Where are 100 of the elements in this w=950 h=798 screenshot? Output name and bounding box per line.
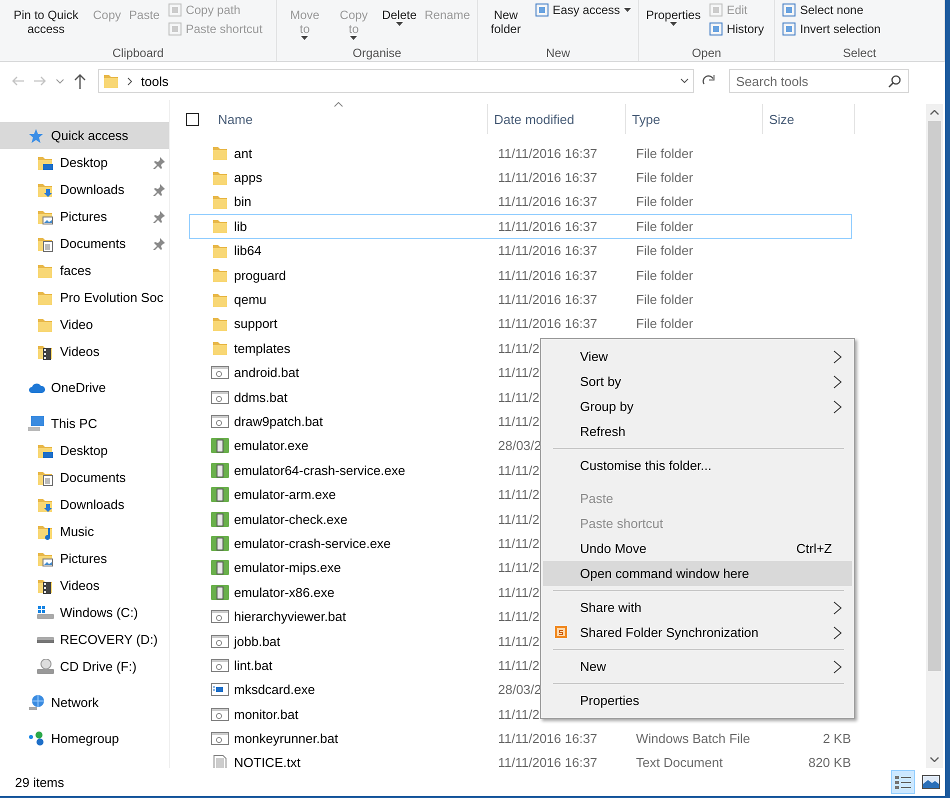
sidebar-item[interactable]: Video: [0, 311, 169, 338]
sidebar-item[interactable]: Music: [0, 518, 169, 545]
date-cell: 11/11/2: [498, 584, 540, 600]
file-name[interactable]: apps: [234, 170, 262, 186]
menu-item[interactable]: Customise this folder...: [543, 453, 852, 478]
file-name[interactable]: qemu: [234, 292, 267, 308]
column-header[interactable]: Size: [763, 104, 855, 134]
folder-icon: [37, 262, 53, 278]
file-name[interactable]: lib64: [234, 243, 262, 258]
sidebar-item[interactable]: Quick access: [0, 122, 169, 149]
sidebar-item[interactable]: Pro Evolution Soc: [0, 284, 169, 311]
sidebar-item[interactable]: Downloads: [0, 176, 169, 203]
scroll-up-icon[interactable]: [930, 110, 939, 115]
date-cell: 11/11/2016 16:37: [498, 194, 598, 210]
type-cell: File folder: [636, 170, 694, 186]
type-cell: File folder: [636, 243, 694, 258]
chevron-down-icon[interactable]: [56, 78, 64, 84]
file-name[interactable]: ddms.bat: [234, 390, 288, 405]
pictures-folder-icon: [37, 208, 53, 224]
file-name[interactable]: emulator-arm.exe: [234, 487, 336, 502]
landscape-thumbnail-icon[interactable]: [922, 775, 940, 789]
videos-folder-icon: [37, 578, 53, 594]
menu-item[interactable]: Refresh: [543, 419, 852, 444]
file-name[interactable]: draw9patch.bat: [234, 414, 323, 429]
sidebar-item[interactable]: Videos: [0, 338, 169, 365]
file-name[interactable]: lib: [234, 218, 248, 234]
sidebar-item[interactable]: This PC: [0, 410, 169, 437]
sidebar-item[interactable]: OneDrive: [0, 374, 169, 401]
sidebar-item[interactable]: Windows (C:): [0, 599, 169, 626]
file-name[interactable]: android.bat: [234, 365, 300, 380]
command-icon: [782, 3, 796, 17]
dropdown-icon[interactable]: [680, 78, 689, 84]
file-name[interactable]: support: [234, 316, 278, 332]
file-name[interactable]: emulator-x86.exe: [234, 584, 334, 600]
menu-item[interactable]: Group by: [543, 394, 852, 419]
details-view-button[interactable]: [891, 770, 915, 794]
file-name[interactable]: ant: [234, 146, 252, 161]
address-bar[interactable]: tools: [98, 69, 694, 93]
file-name[interactable]: lint.bat: [234, 658, 272, 673]
sidebar-item[interactable]: Videos: [0, 572, 169, 599]
computer-icon: [28, 416, 44, 431]
ribbon-button[interactable]: Select none: [779, 1, 884, 19]
column-header[interactable]: Type: [626, 104, 763, 134]
sidebar-item[interactable]: Pictures: [0, 545, 169, 572]
menu-item[interactable]: Undo Move Ctrl+Z: [543, 536, 852, 561]
file-name[interactable]: emulator-crash-service.exe: [234, 536, 391, 551]
sidebar-item[interactable]: faces: [0, 257, 169, 284]
menu-item[interactable]: Open command window here: [543, 561, 852, 586]
ribbon-button[interactable]: Properties: [643, 0, 704, 46]
scrollbar-thumb[interactable]: [928, 121, 941, 671]
sidebar-item[interactable]: Desktop: [0, 437, 169, 464]
file-name[interactable]: emulator64-crash-service.exe: [234, 462, 406, 478]
details-list-icon[interactable]: [895, 776, 911, 788]
file-name[interactable]: emulator.exe: [234, 438, 308, 454]
batch-file-icon: [211, 634, 229, 648]
ribbon-button[interactable]: History: [706, 20, 768, 38]
sidebar-item[interactable]: Documents: [0, 230, 169, 257]
ribbon-button[interactable]: Easy access: [532, 1, 634, 19]
application-icon: [211, 584, 229, 600]
sidebar-item[interactable]: Documents: [0, 464, 169, 491]
file-name[interactable]: bin: [234, 194, 252, 210]
file-name[interactable]: emulator-mips.exe: [234, 560, 341, 576]
sort-ascending-icon: [334, 102, 343, 107]
sidebar-item[interactable]: Pictures: [0, 203, 169, 230]
file-name[interactable]: proguard: [234, 268, 286, 283]
column-header[interactable]: Date modified: [488, 104, 626, 134]
sidebar-item[interactable]: Network: [0, 689, 169, 716]
sidebar-item[interactable]: Desktop: [0, 149, 169, 176]
column-header[interactable]: Name: [212, 104, 488, 134]
shortcut-text: Ctrl+Z: [796, 541, 832, 556]
focused-row[interactable]: lib 11/11/2016 16:37 File folder: [189, 214, 852, 239]
file-name[interactable]: hierarchyviewer.bat: [234, 609, 346, 624]
ribbon-button[interactable]: Pin to Quick access: [4, 0, 88, 46]
menu-item[interactable]: Share with: [543, 595, 852, 620]
menu-item[interactable]: New: [543, 654, 852, 679]
scroll-down-icon[interactable]: [930, 757, 939, 762]
menu-item[interactable]: Sort by: [543, 369, 852, 394]
file-name[interactable]: templates: [234, 340, 290, 356]
sidebar-item[interactable]: Downloads: [0, 491, 169, 518]
file-name[interactable]: monkeyrunner.bat: [234, 731, 338, 746]
breadcrumb[interactable]: tools: [141, 74, 168, 88]
file-name[interactable]: emulator-check.exe: [234, 512, 348, 527]
batch-file-icon: [211, 658, 229, 672]
menu-item[interactable]: Shared Folder Synchronization: [543, 620, 852, 645]
ribbon-button[interactable]: New folder: [482, 0, 530, 46]
sidebar-item[interactable]: CD Drive (F:): [0, 653, 169, 680]
file-name[interactable]: jobb.bat: [234, 634, 280, 648]
application-icon: [211, 536, 229, 551]
select-all-checkbox[interactable]: [186, 112, 199, 126]
sidebar-item[interactable]: Homegroup: [0, 725, 169, 752]
search-field[interactable]: Search tools: [729, 69, 909, 93]
menu-item[interactable]: Properties: [543, 688, 852, 713]
ribbon-button[interactable]: Invert selection: [779, 20, 884, 38]
recent-locations-button[interactable]: [54, 76, 66, 86]
ribbon-button[interactable]: Delete: [378, 0, 420, 46]
sidebar-item[interactable]: RECOVERY (D:): [0, 626, 169, 653]
file-name[interactable]: monitor.bat: [234, 706, 298, 722]
menu-item[interactable]: View: [543, 344, 852, 369]
file-name[interactable]: NOTICE.txt: [234, 755, 300, 768]
file-name[interactable]: mksdcard.exe: [234, 682, 315, 698]
